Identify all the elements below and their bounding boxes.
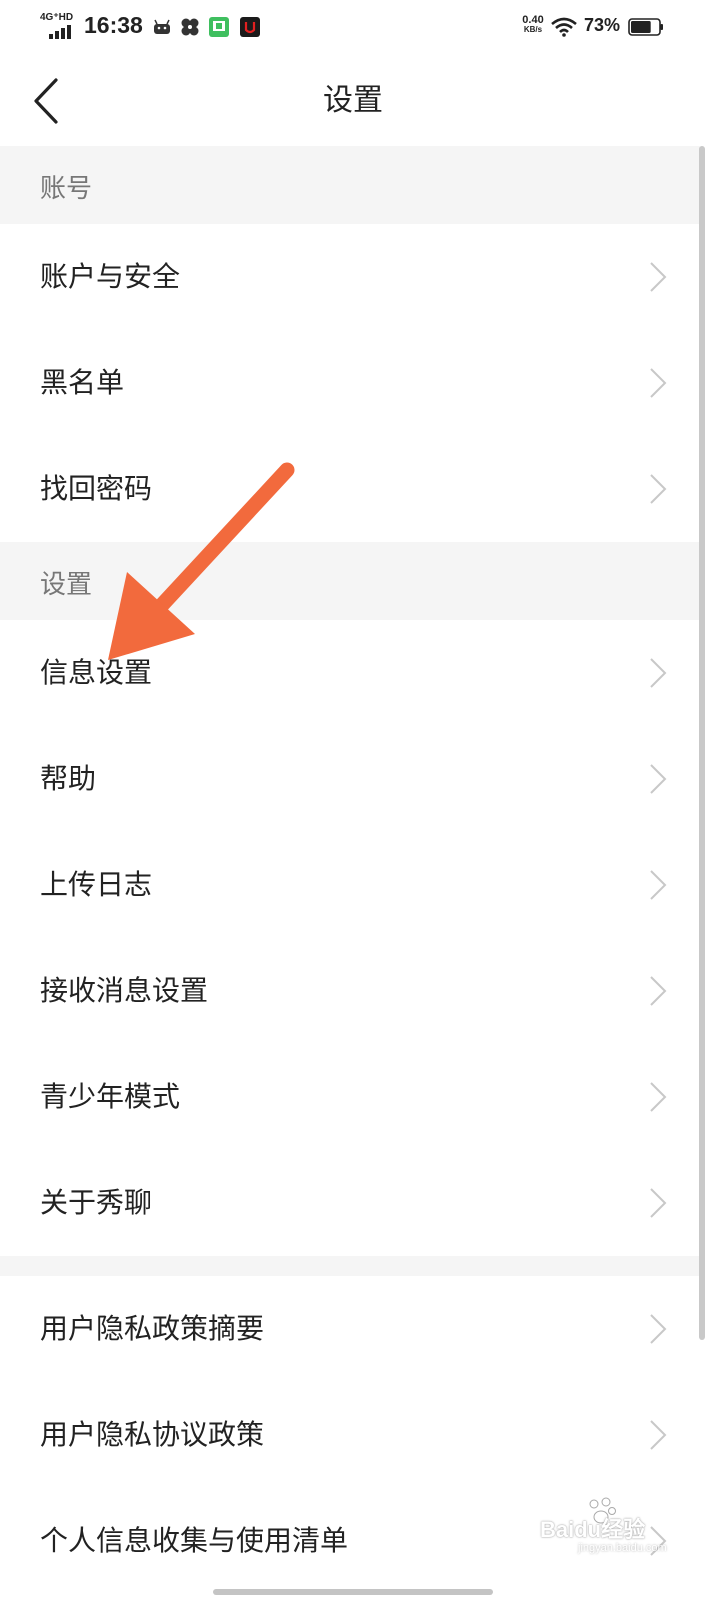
chevron-right-icon	[650, 1082, 667, 1112]
item-label: 找回密码	[40, 472, 153, 505]
chevron-left-icon	[34, 78, 58, 124]
item-label: 个人信息收集与使用清单	[40, 1524, 349, 1557]
settings-item-blacklist[interactable]: 黑名单	[0, 330, 700, 436]
chevron-right-icon	[650, 764, 667, 794]
item-label: 关于秀聊	[40, 1186, 153, 1219]
settings-item-privacy-summary[interactable]: 用户隐私政策摘要	[0, 1276, 700, 1382]
item-label: 上传日志	[40, 868, 153, 901]
item-label: 用户隐私政策摘要	[40, 1312, 265, 1345]
settings-item-about[interactable]: 关于秀聊	[0, 1150, 700, 1256]
section-title: 账号	[40, 174, 93, 204]
net-speed-unit: KB/s	[523, 25, 543, 34]
net-speed-value: 0.40	[522, 14, 544, 26]
home-indicator[interactable]	[213, 1589, 493, 1595]
chevron-right-icon	[650, 870, 667, 900]
item-label: 接收消息设置	[40, 974, 209, 1007]
chevron-right-icon	[650, 1420, 667, 1450]
section-title: 设置	[40, 570, 93, 600]
item-label: 青少年模式	[40, 1080, 181, 1113]
item-label: 帮助	[40, 762, 97, 795]
status-bar: 4G⁺HD 16:38 0.40 KB/s 73%	[0, 0, 720, 56]
back-button[interactable]	[22, 76, 72, 126]
network-speed: 0.40 KB/s	[519, 15, 547, 35]
baidu-jingyan-watermark: Baidu经验 jingyan.baidu.com	[540, 1497, 690, 1560]
settings-item-recover-password[interactable]: 找回密码	[0, 436, 700, 542]
settings-item-message-settings[interactable]: 信息设置	[0, 620, 700, 726]
chevron-right-icon	[650, 262, 667, 292]
chevron-right-icon	[650, 368, 667, 398]
wifi-icon	[551, 17, 577, 37]
battery-icon	[628, 18, 663, 36]
item-label: 信息设置	[40, 656, 153, 689]
settings-item-upload-log[interactable]: 上传日志	[0, 832, 700, 938]
section-header-account: 账号	[0, 146, 700, 224]
page-title: 设置	[323, 83, 383, 118]
settings-item-youth-mode[interactable]: 青少年模式	[0, 1044, 700, 1150]
cellular-signal-icon: 4G⁺HD	[40, 12, 74, 39]
android-icon	[154, 19, 170, 34]
status-time: 16:38	[84, 12, 143, 38]
chevron-right-icon	[650, 1314, 667, 1344]
item-label: 账户与安全	[40, 260, 181, 293]
item-label: 用户隐私协议政策	[40, 1418, 265, 1451]
pinwheel-icon	[181, 18, 199, 36]
chevron-right-icon	[650, 976, 667, 1006]
section-divider	[0, 1256, 700, 1276]
watermark-text: Baidu经验	[540, 1517, 646, 1542]
watermark-url: jingyan.baidu.com	[578, 1542, 667, 1554]
green-app-icon	[209, 17, 229, 37]
section-header-settings: 设置	[0, 542, 700, 620]
chevron-right-icon	[650, 474, 667, 504]
chevron-right-icon	[650, 658, 667, 688]
settings-item-help[interactable]: 帮助	[0, 726, 700, 832]
battery-percent: 73%	[584, 15, 621, 35]
settings-item-privacy-agreement[interactable]: 用户隐私协议政策	[0, 1382, 700, 1488]
red-app-icon	[240, 17, 260, 37]
settings-item-receive-message-settings[interactable]: 接收消息设置	[0, 938, 700, 1044]
navigation-bar: 设置	[0, 56, 720, 146]
network-type: 4G⁺HD	[40, 12, 74, 23]
settings-item-account-security[interactable]: 账户与安全	[0, 224, 700, 330]
scrollbar[interactable]	[699, 146, 705, 1340]
item-label: 黑名单	[40, 366, 125, 399]
chevron-right-icon	[650, 1188, 667, 1218]
